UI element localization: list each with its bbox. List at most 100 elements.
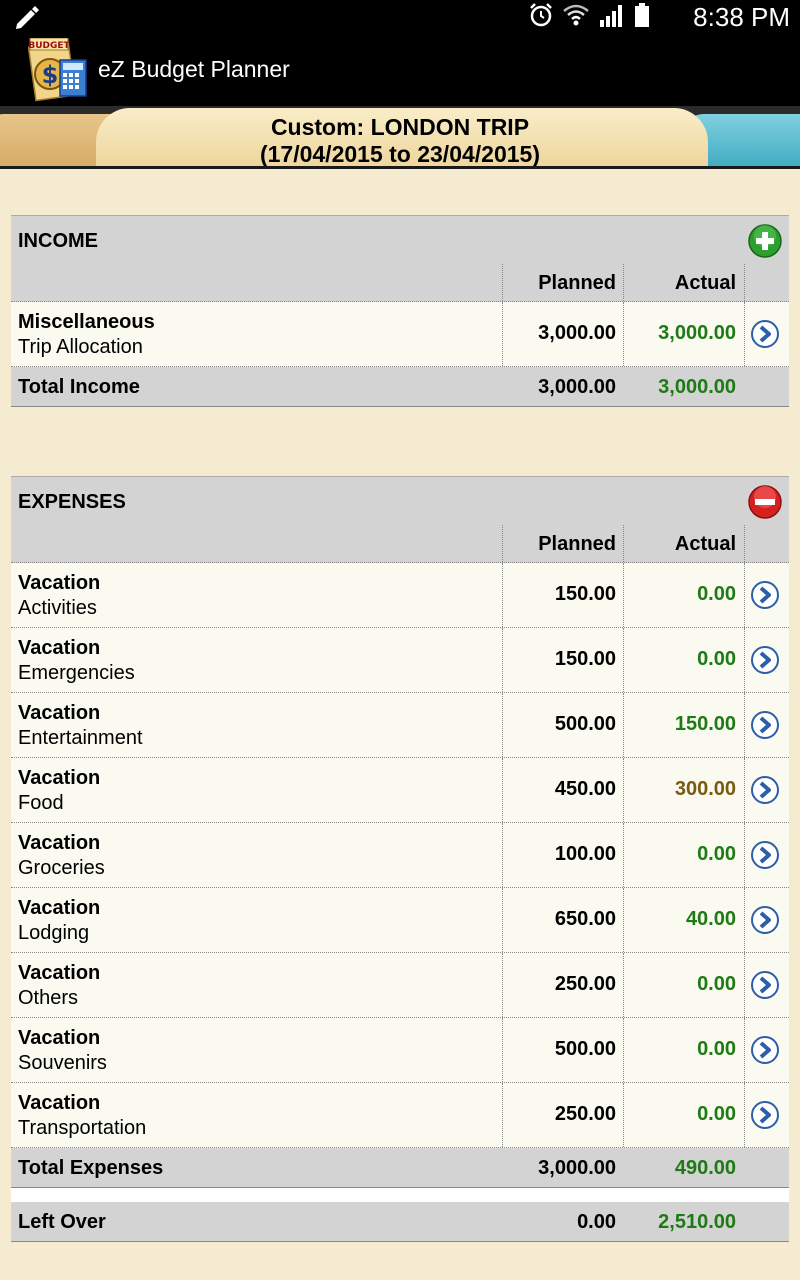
row-detail-button[interactable] (750, 645, 780, 675)
period-title: Custom: LONDON TRIP (17/04/2015 to 23/04… (0, 114, 800, 168)
expenses-column-header: Planned Actual (11, 525, 789, 563)
expense-row[interactable]: Vacation Souvenirs 500.00 0.00 (11, 1018, 789, 1083)
expense-row[interactable]: Vacation Lodging 650.00 40.00 (11, 888, 789, 953)
row-actual: 300.00 (674, 778, 736, 800)
row-detail-button[interactable] (750, 1035, 780, 1065)
row-actual: 3,000.00 (658, 322, 736, 344)
arrow-right-icon (751, 776, 779, 804)
row-category: Vacation (18, 637, 101, 659)
row-category: Vacation (18, 767, 101, 789)
expenses-section: EXPENSES Planned Actual Vacation Activiti… (11, 476, 789, 1242)
pencil-icon (14, 5, 40, 34)
row-subcategory: Transportation (18, 1117, 147, 1139)
expense-row[interactable]: Vacation Entertainment 500.00 150.00 (11, 693, 789, 758)
row-planned: 100.00 (554, 843, 616, 865)
app-logo[interactable]: $ BUDGET (27, 37, 92, 102)
row-planned: 150.00 (554, 583, 616, 605)
total-expenses-actual: 490.00 (674, 1157, 736, 1179)
income-total-row: Total Income 3,000.00 3,000.00 (11, 367, 789, 407)
arrow-right-icon (751, 320, 779, 348)
app-title: eZ Budget Planner (98, 56, 290, 82)
expense-row[interactable]: Vacation Food 450.00 300.00 (11, 758, 789, 823)
left-over-actual: 2,510.00 (658, 1211, 736, 1233)
planned-column-header: Planned (538, 533, 616, 555)
row-actual: 0.00 (697, 648, 736, 670)
row-subcategory: Others (18, 987, 79, 1009)
arrow-right-icon (751, 711, 779, 739)
wifi-icon (562, 2, 590, 33)
row-planned: 500.00 (554, 713, 616, 735)
row-subcategory: Food (18, 792, 64, 814)
row-subcategory: Souvenirs (18, 1052, 107, 1074)
expense-row[interactable]: Vacation Groceries 100.00 0.00 (11, 823, 789, 888)
row-detail-button[interactable] (750, 580, 780, 610)
actual-column-header: Actual (674, 533, 736, 555)
row-detail-button[interactable] (750, 710, 780, 740)
row-planned: 650.00 (554, 908, 616, 930)
expense-row[interactable]: Vacation Transportation 250.00 0.00 (11, 1083, 789, 1148)
row-actual: 150.00 (674, 713, 736, 735)
row-planned: 150.00 (554, 648, 616, 670)
row-planned: 3,000.00 (538, 322, 616, 344)
row-category: Vacation (18, 897, 101, 919)
expense-row[interactable]: Vacation Others 250.00 0.00 (11, 953, 789, 1018)
row-planned: 250.00 (554, 973, 616, 995)
section-spacer (11, 1188, 789, 1202)
total-expenses-planned: 3,000.00 (538, 1157, 616, 1179)
income-section: INCOME Planned Actual Miscellaneous Trip… (11, 215, 789, 407)
arrow-right-icon (751, 1036, 779, 1064)
battery-icon (634, 2, 650, 33)
arrow-right-icon (751, 646, 779, 674)
row-planned: 500.00 (554, 1038, 616, 1060)
expenses-header: EXPENSES (11, 476, 789, 525)
status-time: 8:38 PM (693, 2, 790, 32)
add-income-button[interactable] (748, 224, 782, 258)
row-subcategory: Entertainment (18, 727, 143, 749)
actual-column-header: Actual (674, 272, 736, 294)
expense-row[interactable]: Vacation Activities 150.00 0.00 (11, 563, 789, 628)
row-actual: 0.00 (697, 1103, 736, 1125)
row-actual: 0.00 (697, 973, 736, 995)
plus-icon (748, 224, 782, 258)
row-category: Vacation (18, 702, 101, 724)
income-header: INCOME (11, 215, 789, 264)
signal-icon (598, 2, 626, 33)
total-expenses-label: Total Expenses (18, 1157, 164, 1179)
total-income-planned: 3,000.00 (538, 376, 616, 398)
row-detail-button[interactable] (750, 970, 780, 1000)
row-detail-button[interactable] (750, 840, 780, 870)
income-row[interactable]: Miscellaneous Trip Allocation 3,000.00 3… (11, 302, 789, 367)
action-bar: $ BUDGET eZ Budget Planner (0, 33, 800, 106)
period-name: Custom: LONDON TRIP (270, 114, 530, 140)
period-tab-strip: Custom: LONDON TRIP (17/04/2015 to 23/04… (0, 106, 800, 168)
arrow-right-icon (751, 841, 779, 869)
minus-icon (748, 485, 782, 519)
left-over-planned: 0.00 (577, 1211, 616, 1233)
status-bar: 8:38 PM (0, 0, 800, 33)
left-over-label: Left Over (18, 1211, 106, 1233)
row-category: Vacation (18, 1027, 101, 1049)
row-category: Vacation (18, 832, 101, 854)
row-detail-button[interactable] (750, 775, 780, 805)
row-detail-button[interactable] (750, 319, 780, 349)
row-category: Vacation (18, 1092, 101, 1114)
expense-row[interactable]: Vacation Emergencies 150.00 0.00 (11, 628, 789, 693)
total-income-label: Total Income (18, 376, 140, 398)
arrow-right-icon (751, 906, 779, 934)
row-actual: 40.00 (685, 908, 736, 930)
row-subcategory: Activities (18, 597, 97, 619)
header-divider (0, 166, 800, 169)
total-income-actual: 3,000.00 (658, 376, 736, 398)
income-column-header: Planned Actual (11, 264, 789, 302)
svg-text:$: $ (42, 61, 59, 89)
row-subcategory: Trip Allocation (18, 336, 143, 358)
svg-text:BUDGET: BUDGET (28, 41, 70, 51)
row-subcategory: Emergencies (18, 662, 135, 684)
expenses-title: EXPENSES (18, 491, 126, 513)
arrow-right-icon (751, 1101, 779, 1129)
row-planned: 250.00 (554, 1103, 616, 1125)
add-expense-button[interactable] (748, 485, 782, 519)
row-detail-button[interactable] (750, 905, 780, 935)
row-subcategory: Lodging (18, 922, 90, 944)
row-detail-button[interactable] (750, 1100, 780, 1130)
